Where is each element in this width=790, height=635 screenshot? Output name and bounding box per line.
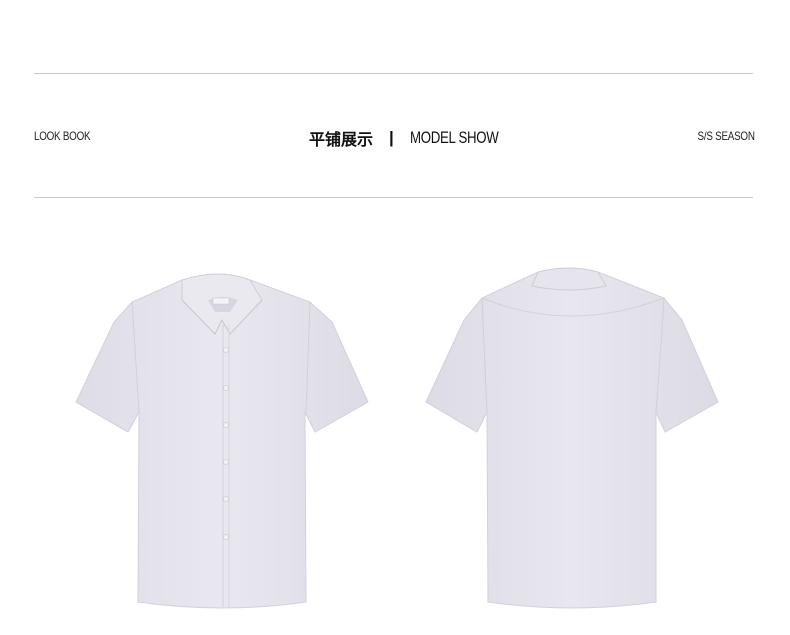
top-divider — [34, 73, 753, 74]
section-header: LOOK BOOK 平铺展示 | MODEL SHOW S/S SEASON — [34, 124, 755, 152]
section-title: 平铺展示 | MODEL SHOW — [309, 124, 523, 152]
title-chinese: 平铺展示 — [309, 130, 374, 149]
title-separator: | — [389, 128, 394, 147]
shirt-front-image — [70, 262, 375, 614]
shirt-front-illustration — [75, 273, 369, 609]
bottom-divider — [34, 197, 753, 198]
title-english: MODEL SHOW — [409, 128, 499, 147]
shirt-back-illustration — [425, 267, 719, 609]
shirt-back-image — [420, 262, 725, 614]
season-label: S/S SEASON — [697, 129, 755, 143]
look-book-label: LOOK BOOK — [34, 129, 91, 143]
